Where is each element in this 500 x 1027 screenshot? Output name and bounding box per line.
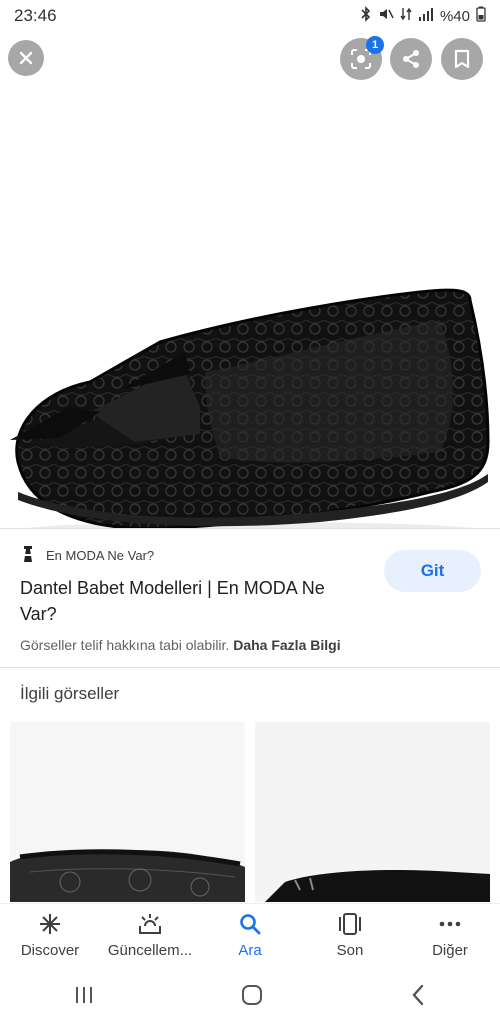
related-heading: İlgili görseller xyxy=(20,684,120,703)
bottom-nav: Discover Güncellem... Ara Son Diğer xyxy=(0,903,500,967)
nav-label: Ara xyxy=(238,942,262,959)
status-time: 23:46 xyxy=(14,6,57,25)
save-button[interactable] xyxy=(441,38,483,80)
more-info-link[interactable]: Daha Fazla Bilgi xyxy=(233,637,340,653)
battery-icon xyxy=(476,6,486,26)
recent-apps-button[interactable] xyxy=(72,985,96,1010)
image-viewer[interactable]: 1 xyxy=(0,32,500,528)
recent-tabs-icon xyxy=(339,913,361,935)
nav-more[interactable]: Diğer xyxy=(400,904,500,967)
bookmark-icon xyxy=(454,49,470,69)
related-image-1[interactable] xyxy=(10,722,245,902)
status-bar: 23:46 %40 xyxy=(0,0,500,32)
system-nav-bar xyxy=(0,967,500,1027)
recent-apps-icon xyxy=(76,986,92,1003)
copyright-notice: Görseller telif hakkına tabi olabilir. D… xyxy=(20,637,341,653)
nav-recent[interactable]: Son xyxy=(300,904,400,967)
back-icon xyxy=(412,984,424,1005)
source-row[interactable]: En MODA Ne Var? xyxy=(20,545,154,566)
close-button[interactable] xyxy=(8,40,44,76)
battery-level: %40 xyxy=(439,7,470,25)
asterisk-icon xyxy=(40,914,60,934)
nav-label: Diğer xyxy=(432,942,468,959)
related-shoe-image xyxy=(10,722,245,902)
nav-discover[interactable]: Discover xyxy=(0,904,100,967)
copyright-text: Görseller telif hakkına tabi olabilir. xyxy=(20,637,230,653)
result-title[interactable]: Dantel Babet Modelleri | En MODA Ne Var? xyxy=(20,575,360,627)
nav-updates[interactable]: Güncellem... xyxy=(100,904,200,967)
divider xyxy=(0,528,500,529)
updates-icon xyxy=(139,914,161,934)
source-name: En MODA Ne Var? xyxy=(46,548,155,563)
back-button[interactable] xyxy=(408,983,428,1012)
nav-label: Güncellem... xyxy=(107,942,193,959)
site-favicon-icon xyxy=(20,545,36,566)
visit-button[interactable]: Git xyxy=(384,550,481,592)
data-arrows-icon xyxy=(400,6,412,26)
lens-count-badge: 1 xyxy=(366,36,384,54)
home-button[interactable] xyxy=(240,983,264,1012)
nav-label: Discover xyxy=(20,942,80,959)
share-icon xyxy=(403,50,419,68)
signal-icon xyxy=(418,7,434,25)
related-shoe-image xyxy=(255,722,490,902)
mute-icon xyxy=(378,6,394,26)
related-image-2[interactable] xyxy=(255,722,490,902)
share-button[interactable] xyxy=(390,38,432,80)
shoe-image xyxy=(10,288,490,528)
nav-search[interactable]: Ara xyxy=(200,904,300,967)
search-icon xyxy=(240,914,261,935)
status-icons: %40 xyxy=(360,6,486,26)
divider xyxy=(0,667,500,668)
bluetooth-icon xyxy=(360,6,372,26)
more-icon xyxy=(439,921,461,927)
nav-label: Son xyxy=(336,942,364,959)
close-icon xyxy=(19,51,33,65)
home-icon xyxy=(242,984,262,1005)
